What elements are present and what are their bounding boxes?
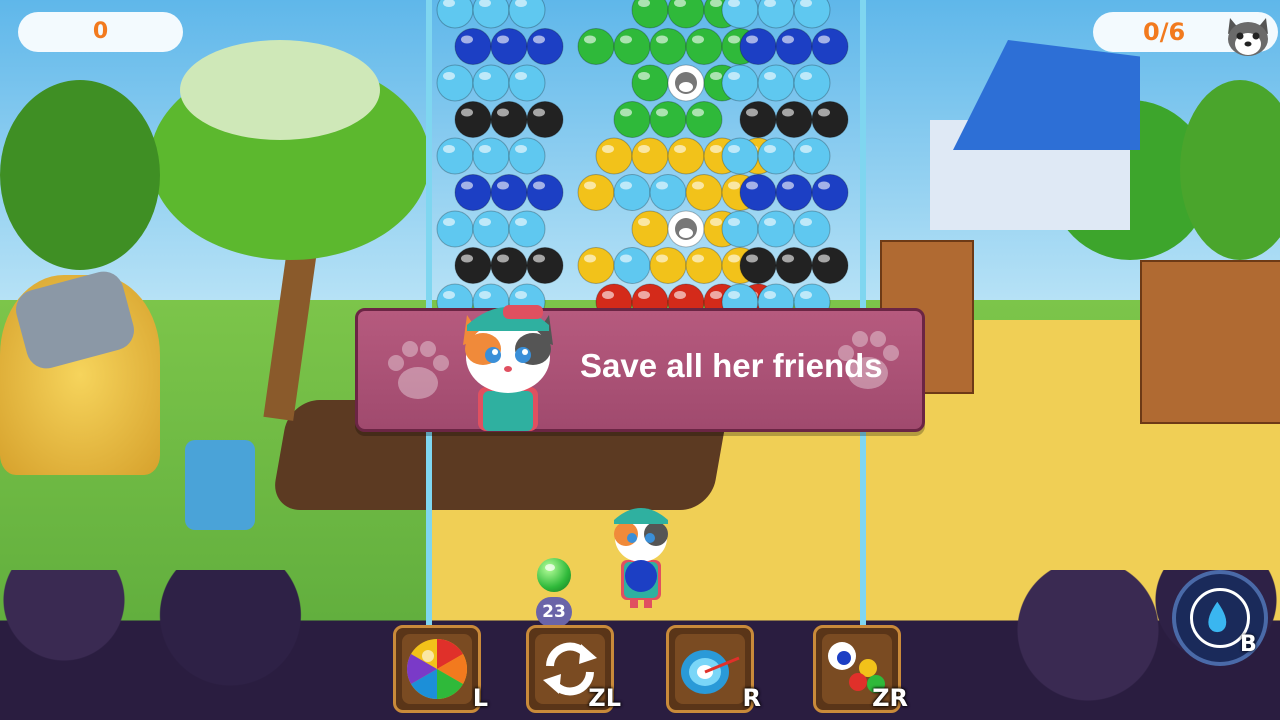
bubble xyxy=(436,64,474,102)
target-icon xyxy=(675,634,745,704)
powerup-rainbow-button[interactable]: L xyxy=(393,625,488,713)
bubble xyxy=(613,247,651,284)
bubble xyxy=(577,174,615,211)
bubble xyxy=(685,247,723,284)
bubble xyxy=(454,28,492,65)
bubble xyxy=(685,28,723,65)
bubble xyxy=(775,247,813,284)
bubble xyxy=(667,0,705,29)
bubble xyxy=(757,137,795,175)
bubble xyxy=(685,101,723,138)
bubble xyxy=(811,247,849,284)
bubble xyxy=(721,210,759,248)
bubble xyxy=(793,137,831,175)
bubble xyxy=(454,247,492,284)
bubble xyxy=(454,174,492,211)
friends-saved-value: 0/6 xyxy=(1143,18,1186,46)
bubble xyxy=(685,174,723,211)
bubble xyxy=(613,28,651,65)
next-bubble xyxy=(537,558,571,592)
trapped-friend-bubble xyxy=(667,210,705,248)
bubble xyxy=(775,101,813,138)
bubble xyxy=(526,101,564,138)
bubble xyxy=(631,64,669,102)
bubble xyxy=(526,174,564,211)
bubble xyxy=(739,28,777,65)
bubble xyxy=(739,247,777,284)
bubble xyxy=(472,210,510,248)
friends-counter: 0/6 xyxy=(1093,12,1278,56)
trapped-friend-bubble xyxy=(667,64,705,102)
bubble xyxy=(775,174,813,211)
key-hint-zl: ZL xyxy=(588,684,621,712)
bubble-glint xyxy=(545,564,555,571)
bubble xyxy=(811,28,849,65)
bubble xyxy=(490,174,528,211)
bubble xyxy=(526,247,564,284)
bubble xyxy=(472,0,510,29)
bubble xyxy=(508,210,546,248)
powerup-color-bomb-button[interactable]: ZR xyxy=(813,625,908,713)
bubble xyxy=(595,137,633,175)
bubble xyxy=(757,64,795,102)
bubble xyxy=(793,0,831,29)
rainbow-ball-icon xyxy=(402,634,472,704)
bubble xyxy=(793,64,831,102)
bubble xyxy=(649,28,687,65)
bubble xyxy=(613,101,651,138)
bubble xyxy=(757,0,795,29)
bubble xyxy=(667,137,705,175)
bubble xyxy=(775,28,813,65)
bubble xyxy=(631,137,669,175)
bubble xyxy=(649,174,687,211)
bubble xyxy=(490,101,528,138)
bubble xyxy=(757,210,795,248)
bubble xyxy=(436,137,474,175)
bubble xyxy=(472,64,510,102)
key-hint-l: L xyxy=(472,684,488,712)
bubble xyxy=(649,247,687,284)
bubble xyxy=(490,247,528,284)
husky-face-icon xyxy=(1228,18,1268,56)
bubble xyxy=(577,247,615,284)
paw-print-icon xyxy=(388,341,449,399)
cat-girl-character xyxy=(463,305,553,431)
bubble xyxy=(472,137,510,175)
banner-message: Save all her friends xyxy=(580,347,883,384)
bubble xyxy=(436,210,474,248)
bubble xyxy=(811,174,849,211)
bubble xyxy=(811,101,849,138)
bubble xyxy=(793,210,831,248)
bubble xyxy=(526,28,564,65)
shooter-cat xyxy=(614,508,668,608)
bubble xyxy=(577,28,615,65)
key-hint-r: R xyxy=(742,684,761,712)
bubble xyxy=(613,174,651,211)
shots-remaining-badge: 23 xyxy=(536,597,572,627)
bubble xyxy=(631,210,669,248)
bubble xyxy=(739,101,777,138)
bubble xyxy=(721,64,759,102)
bubble xyxy=(508,137,546,175)
bubble xyxy=(508,0,546,29)
bubble xyxy=(721,137,759,175)
bubble xyxy=(739,174,777,211)
powerup-swap-button[interactable]: ZL xyxy=(526,625,621,713)
bubble xyxy=(631,0,669,29)
bubble xyxy=(490,28,528,65)
key-hint-zr: ZR xyxy=(872,684,908,712)
powerup-target-button[interactable]: R xyxy=(666,625,761,713)
bubble xyxy=(649,101,687,138)
bubble xyxy=(454,101,492,138)
score-value: 0 xyxy=(92,19,109,44)
message-banner: Save all her friends xyxy=(355,305,925,432)
bubble xyxy=(508,64,546,102)
bubble xyxy=(436,0,474,29)
score-display: 0 xyxy=(18,12,183,52)
key-hint-b: B xyxy=(1240,632,1257,657)
